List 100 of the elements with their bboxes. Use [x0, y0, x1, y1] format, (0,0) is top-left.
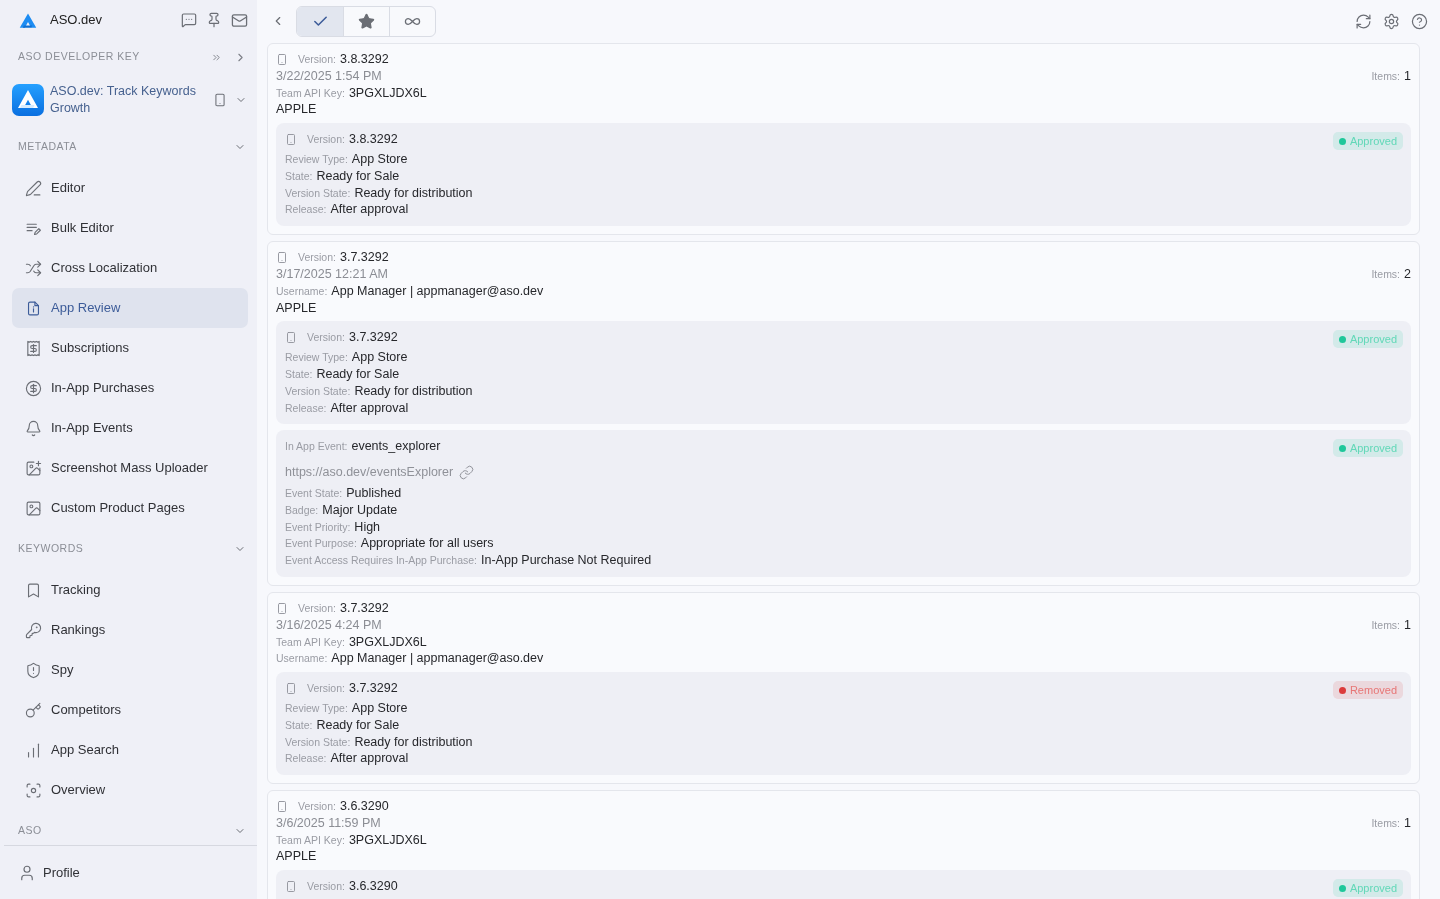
field-label: State: — [285, 717, 313, 733]
sidebar-item[interactable]: In-App Events — [12, 408, 248, 448]
field-label: In App Event: — [285, 439, 348, 455]
field-value: 3PGXLJDX6L — [348, 633, 427, 651]
items-label: Items: — [1371, 815, 1401, 831]
review-date: 3/22/2025 1:54 PM — [276, 67, 383, 85]
status-label: Removed — [1349, 683, 1397, 698]
field-label: Team API Key: — [276, 832, 345, 848]
phone-icon — [285, 681, 297, 696]
sidebar-item[interactable]: Rankings — [12, 610, 248, 650]
field-label: Username: — [276, 283, 328, 299]
field-value: 3.6.3290 — [339, 798, 389, 815]
field-label: Event Access Requires In-App Purchase: — [285, 553, 477, 569]
phone-icon — [276, 51, 288, 67]
field-label: Version State: — [285, 185, 351, 201]
field-value: App Store — [351, 699, 408, 717]
field-label: Event Priority: — [285, 519, 351, 535]
field-label: Release: — [285, 202, 327, 218]
field-value: After approval — [330, 750, 409, 768]
field-value: App Store — [351, 349, 408, 366]
bar-chart-icon — [25, 741, 42, 759]
sidebar-item[interactable]: Competitors — [12, 690, 248, 730]
field-value: 3PGXLJDX6L — [348, 84, 427, 102]
field-value: App Manager | appmanager@aso.dev — [331, 650, 544, 668]
star-icon — [358, 12, 375, 30]
sidebar-item[interactable]: Editor — [12, 168, 248, 208]
chat-icon[interactable] — [181, 12, 197, 28]
field-value: events_explorer — [351, 438, 441, 456]
phone-icon — [285, 879, 297, 895]
review-date: 3/6/2025 11:59 PM — [276, 814, 382, 832]
field-label: Version State: — [285, 734, 351, 750]
sidebar-item[interactable]: Custom Product Pages — [12, 488, 248, 528]
review-date: 3/16/2025 4:24 PM — [276, 616, 383, 634]
pin-icon[interactable] — [206, 12, 222, 28]
field-value: In-App Purchase Not Required — [481, 552, 652, 569]
field-label: State: — [285, 366, 313, 382]
sidebar-item[interactable]: App Review — [12, 288, 248, 328]
field-label: Review Type: — [285, 700, 348, 716]
app-name[interactable]: ASO.dev: Track Keywords Growth — [50, 83, 208, 117]
field-value: High — [354, 518, 381, 536]
field-value: 3PGXLJDX6L — [348, 831, 427, 849]
phone-icon — [276, 250, 288, 266]
field-value: After approval — [330, 399, 409, 417]
field-value: 3.7.3292 — [339, 249, 389, 266]
field-label: Version State: — [285, 383, 351, 399]
settings-icon[interactable] — [1383, 12, 1400, 30]
dollar-coin-icon — [25, 379, 42, 397]
field-value: 3.7.3292 — [339, 599, 389, 617]
status-label: Approved — [1349, 441, 1397, 456]
sidebar-item[interactable]: App Search — [12, 730, 248, 770]
app-icon — [12, 84, 44, 116]
receipt-icon — [25, 339, 42, 357]
platform-label: APPLE — [276, 299, 318, 317]
field-value: App Manager | appmanager@aso.dev — [331, 282, 544, 300]
image-icon — [25, 499, 42, 517]
field-label: Version: — [298, 250, 336, 266]
sidebar-item[interactable]: Cross Localization — [12, 248, 248, 288]
field-value: 3.6.3290 — [348, 878, 398, 896]
items-count: 1 — [1404, 67, 1411, 85]
sidebar-item[interactable]: Subscriptions — [12, 328, 248, 368]
field-label: Version: — [298, 600, 336, 616]
document-info-icon — [25, 299, 42, 317]
help-icon[interactable] — [1411, 12, 1428, 30]
brand-name: ASO.dev — [50, 11, 103, 30]
field-label: Review Type: — [285, 350, 348, 366]
link-icon[interactable] — [459, 465, 475, 481]
user-icon — [18, 863, 36, 882]
refresh-icon[interactable] — [1355, 12, 1372, 30]
sidebar-item[interactable]: Tracking — [12, 570, 248, 610]
sidebar-item[interactable]: Bulk Editor — [12, 208, 248, 248]
image-plus-icon — [25, 459, 42, 477]
field-label: Version: — [298, 52, 336, 67]
phone-icon — [285, 132, 297, 148]
phone-icon[interactable] — [213, 92, 227, 108]
field-value: Appropriate for all users — [360, 535, 494, 553]
sidebar-item[interactable]: In-App Purchases — [12, 368, 248, 408]
sidebar-item[interactable]: Spy — [12, 650, 248, 690]
field-value: 3.8.3292 — [348, 131, 398, 148]
shuffle-icon — [25, 259, 42, 277]
sidebar-item[interactable]: Screenshot Mass Uploader — [12, 448, 248, 488]
phone-icon — [276, 600, 288, 616]
items-label: Items: — [1371, 617, 1401, 633]
field-label: Version: — [307, 132, 345, 148]
mail-icon[interactable] — [231, 11, 248, 29]
key-icon — [25, 701, 42, 719]
field-value: Ready for distribution — [354, 184, 473, 202]
shield-icon — [25, 661, 42, 679]
field-value: Ready for distribution — [354, 382, 473, 400]
field-label: Team API Key: — [276, 85, 345, 101]
status-label: Approved — [1349, 134, 1397, 149]
key-icon — [25, 621, 42, 639]
field-value: Ready for distribution — [354, 733, 473, 751]
field-value: After approval — [330, 201, 409, 219]
field-value: 3.7.3292 — [348, 329, 398, 347]
profile-button[interactable]: Profile — [4, 862, 80, 883]
sidebar-item[interactable]: Overview — [12, 770, 248, 810]
status-label: Approved — [1349, 881, 1397, 896]
section-title: KEYWORDS — [18, 541, 84, 557]
field-label: Version: — [307, 879, 345, 895]
logo-icon — [19, 11, 37, 29]
